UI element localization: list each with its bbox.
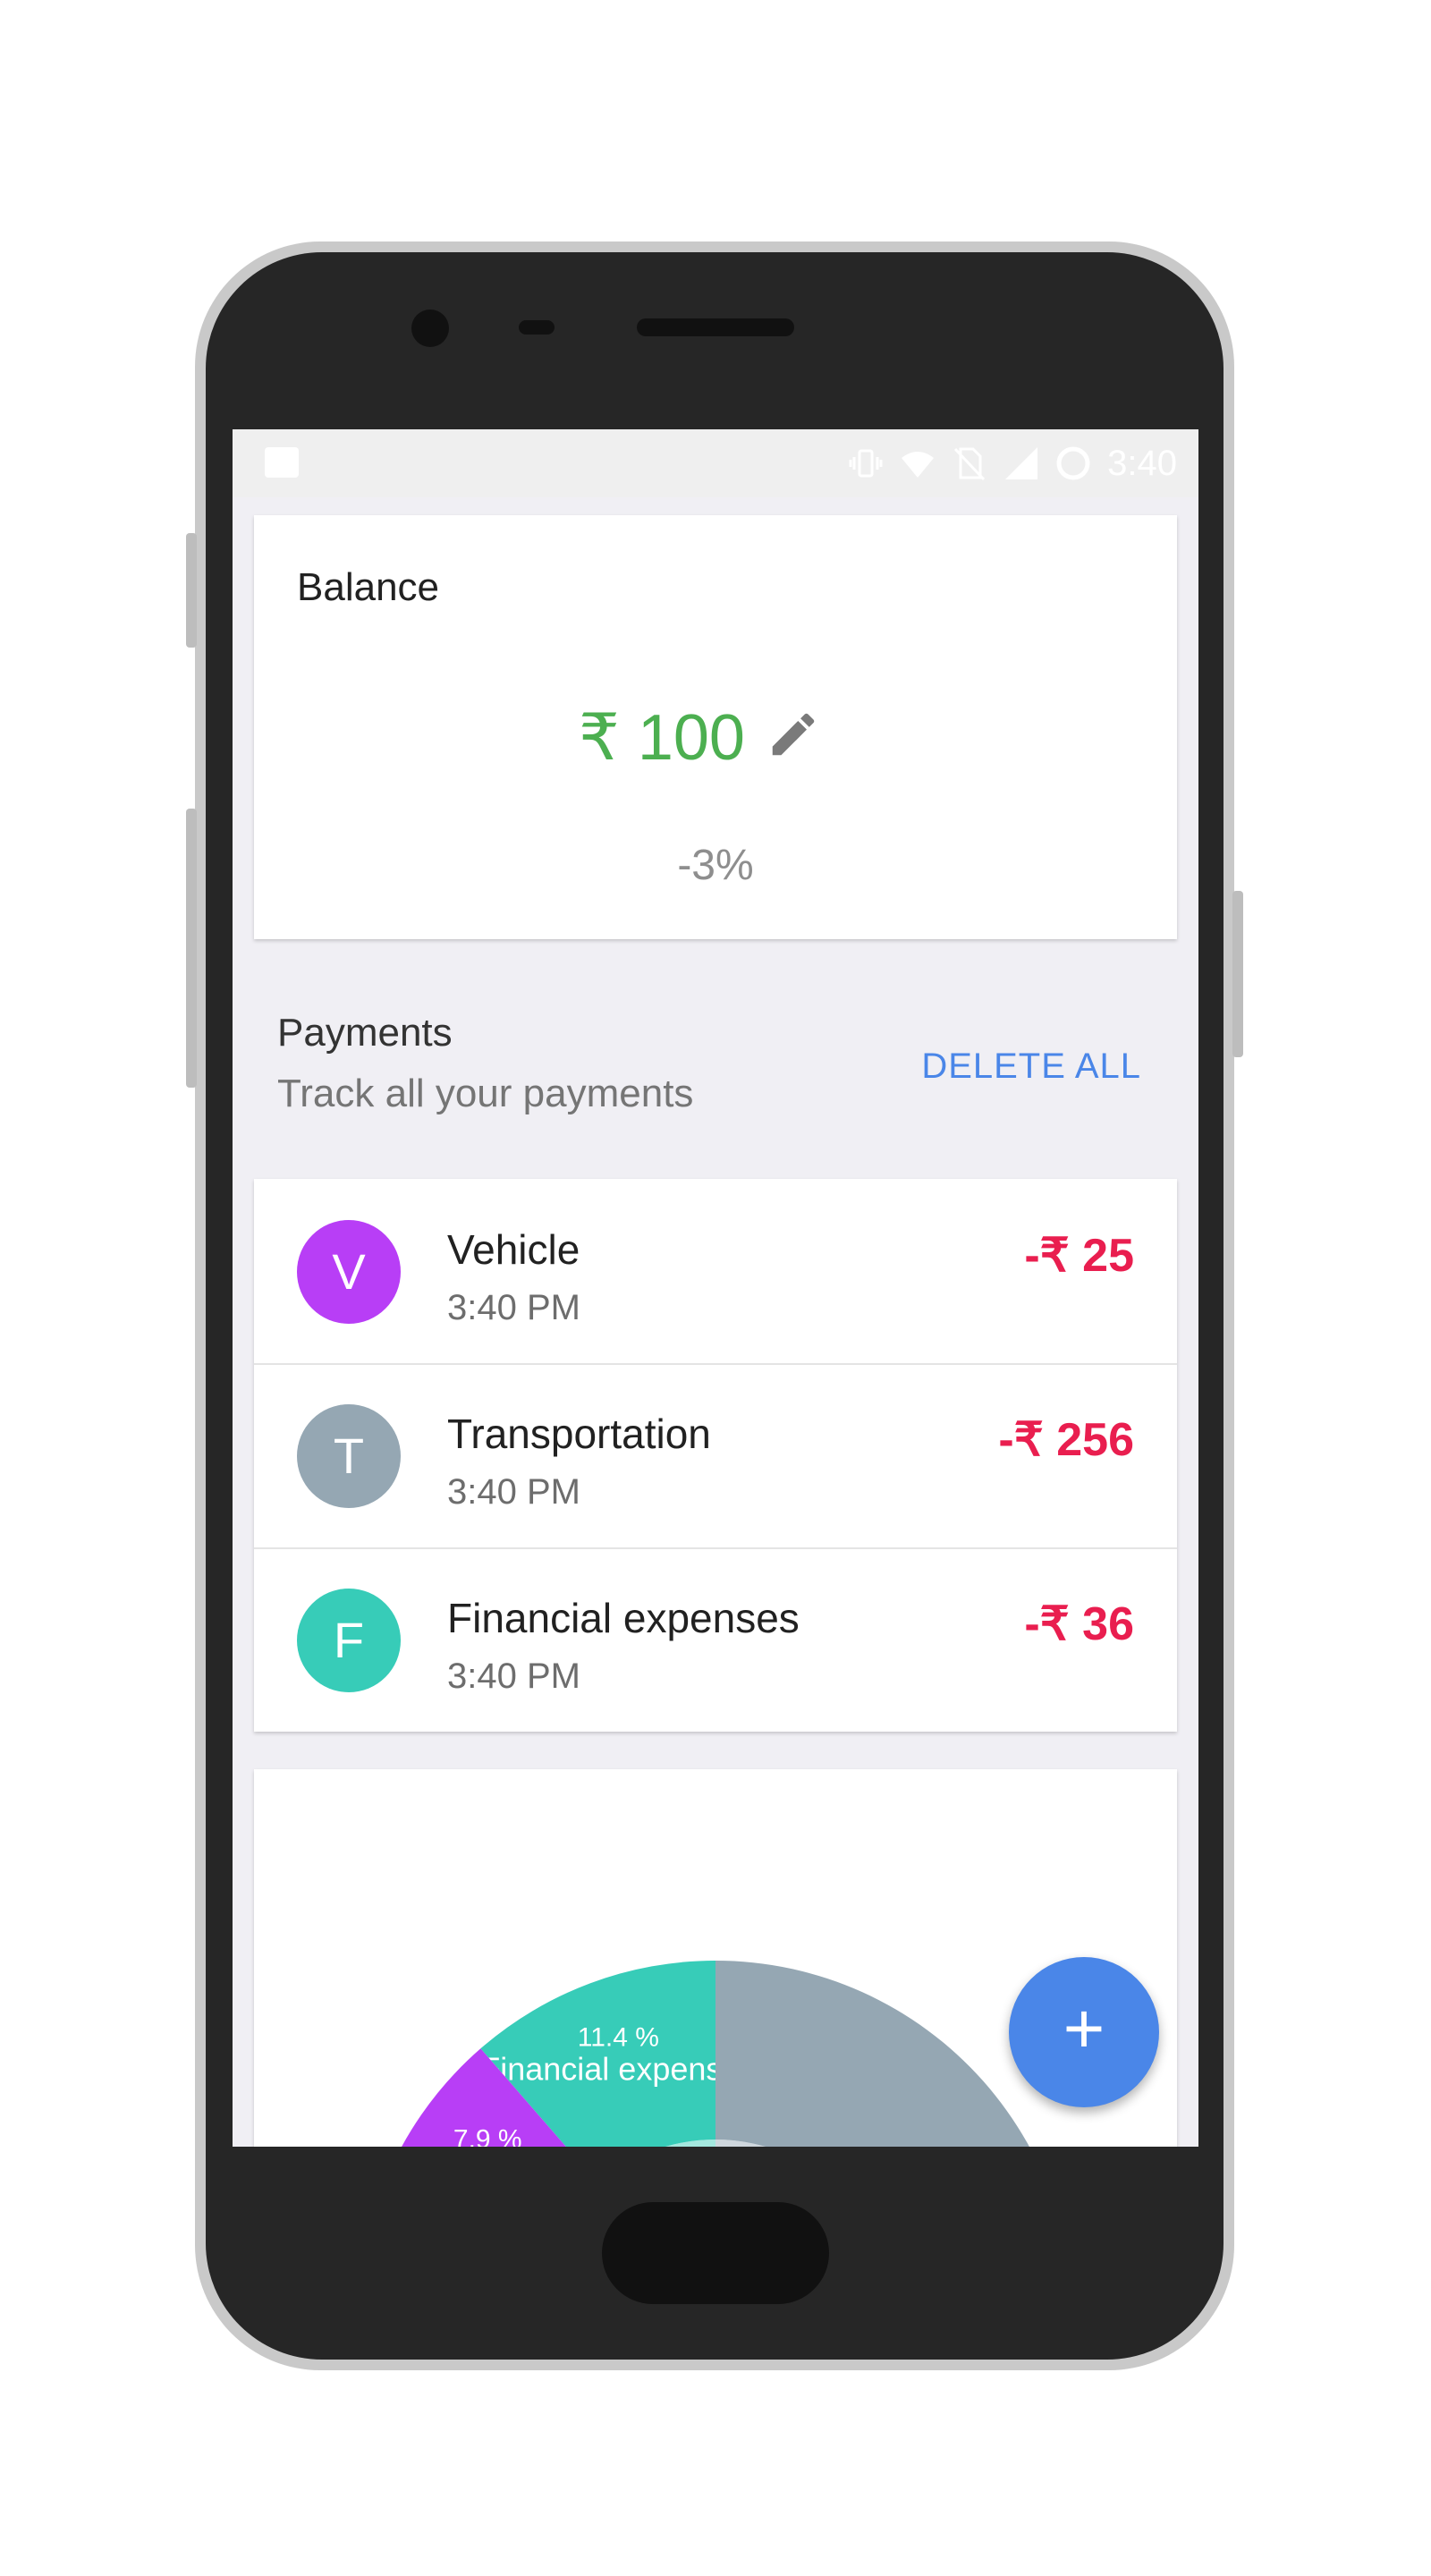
payments-subtitle: Track all your payments — [277, 1072, 694, 1115]
balance-title: Balance — [297, 565, 440, 609]
payment-name: Transportation — [447, 1411, 711, 1457]
avatar: F — [297, 1589, 401, 1692]
delete-all-button[interactable]: DELETE ALL — [921, 1046, 1141, 1087]
payment-time: 3:40 PM — [447, 1657, 580, 1696]
status-bar: 3:40 — [233, 429, 1198, 497]
balance-card: Balance ₹ 100 -3% — [254, 515, 1177, 939]
vibrate-icon — [849, 449, 883, 478]
signal-icon — [1005, 447, 1038, 479]
image-icon — [265, 447, 299, 478]
payments-title: Payments — [277, 1011, 453, 1055]
payment-time: 3:40 PM — [447, 1288, 580, 1327]
status-time: 3:40 — [1107, 443, 1177, 483]
payment-amount: -₹ 25 — [1024, 1230, 1134, 1282]
phone-volume-button — [186, 533, 197, 648]
list-item[interactable]: T Transportation 3:40 PM -₹ 256 — [254, 1363, 1177, 1549]
add-payment-button[interactable]: + — [1009, 1957, 1159, 2107]
phone-side-button — [186, 809, 197, 1088]
balance-amount-value: ₹ 100 — [579, 702, 745, 774]
avatar: T — [297, 1404, 401, 1508]
front-camera — [411, 309, 449, 347]
payments-header: Payments Track all your payments — [277, 1011, 693, 1116]
phone-power-button — [1232, 891, 1243, 1057]
avatar: V — [297, 1220, 401, 1324]
payment-amount: -₹ 256 — [998, 1414, 1134, 1466]
payment-name: Vehicle — [447, 1226, 580, 1273]
no-sim-icon — [954, 447, 986, 481]
battery-circle-icon — [1056, 446, 1090, 480]
pencil-icon[interactable] — [766, 707, 821, 762]
chart-percent-label: 7.9 % — [453, 2124, 522, 2147]
status-icons: 3:40 — [848, 442, 1177, 485]
proximity-sensor — [519, 320, 555, 335]
wifi-icon — [902, 452, 935, 478]
balance-change-percent: -3% — [677, 842, 754, 889]
payment-amount: -₹ 36 — [1024, 1598, 1134, 1650]
list-item[interactable]: F Financial expenses 3:40 PM -₹ 36 — [254, 1547, 1177, 1732]
payment-time: 3:40 PM — [447, 1472, 580, 1512]
app-screen: 3:40 Balance ₹ 100 -3% Payments Track al… — [233, 429, 1198, 2147]
chart-slice-label: Financial expenses — [480, 2051, 756, 2088]
chart-percent-label: 11.4 % — [578, 2023, 659, 2053]
balance-amount: ₹ 100 — [254, 699, 1177, 775]
payment-name: Financial expenses — [447, 1595, 800, 1641]
home-button[interactable] — [602, 2202, 829, 2304]
plus-icon: + — [1063, 1988, 1105, 2068]
payments-list: V Vehicle 3:40 PM -₹ 25 T Transportation… — [254, 1179, 1177, 1732]
list-item[interactable]: V Vehicle 3:40 PM -₹ 25 — [254, 1179, 1177, 1365]
earpiece-speaker — [637, 318, 794, 336]
